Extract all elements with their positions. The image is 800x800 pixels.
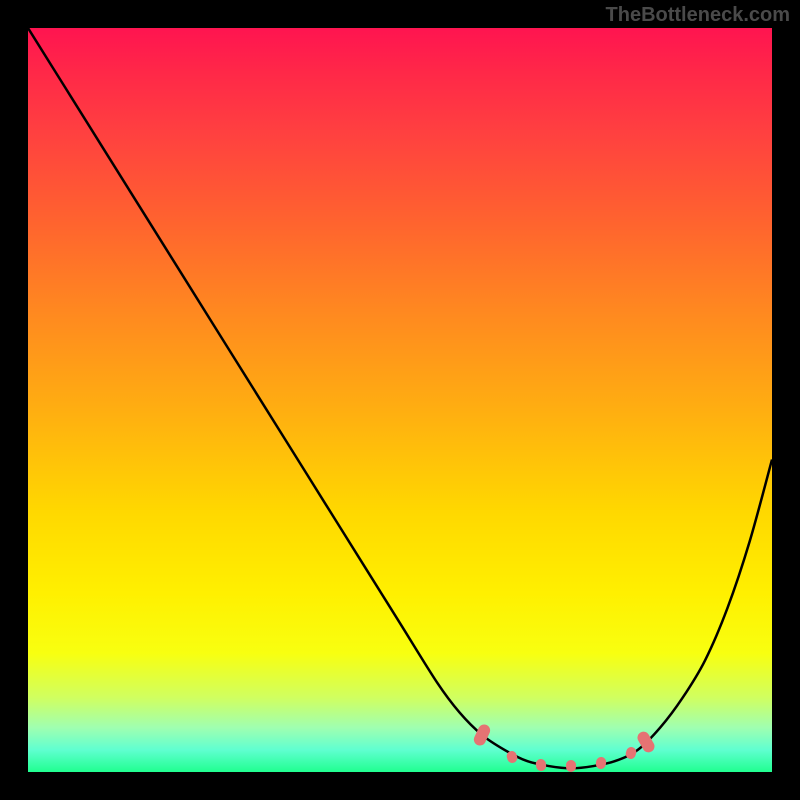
optimal-marker xyxy=(566,760,576,772)
chart-plot-area xyxy=(28,28,772,772)
bottleneck-curve xyxy=(28,28,772,772)
attribution-text: TheBottleneck.com xyxy=(606,4,790,27)
